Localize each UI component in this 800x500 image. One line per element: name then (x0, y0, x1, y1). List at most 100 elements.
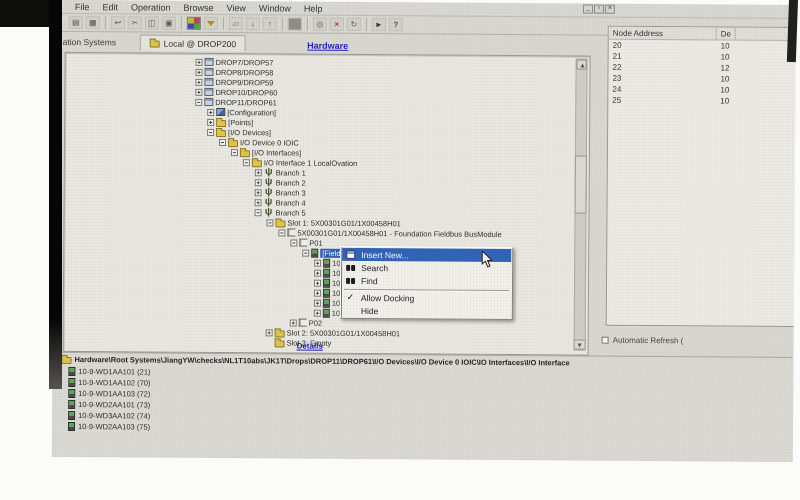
folder-icon (240, 150, 250, 157)
menu-browse[interactable]: Browse (183, 2, 213, 12)
expand-toggle[interactable] (231, 149, 238, 156)
cell-device: 10 (717, 40, 734, 51)
help-icon[interactable] (389, 18, 403, 31)
insert-new-icon-wrap (345, 250, 356, 259)
search-icon[interactable] (313, 18, 327, 31)
expand-toggle[interactable] (207, 118, 214, 125)
camera-icon[interactable] (288, 17, 302, 30)
expand-toggle[interactable] (195, 88, 202, 95)
expand-toggle[interactable] (243, 159, 250, 166)
export-icon[interactable] (263, 17, 277, 30)
tree-node-label: 5X00301G01/1X00458H01 - Foundation Field… (297, 228, 501, 238)
paste-icon[interactable] (162, 17, 176, 30)
device-icon (323, 308, 330, 317)
expand-toggle[interactable] (255, 179, 262, 186)
open-icon[interactable] (229, 17, 243, 30)
binoculars-icon-wrap (345, 264, 356, 270)
expand-toggle[interactable] (302, 249, 309, 256)
cell-node-address: 24 (608, 84, 716, 96)
menu-edit[interactable]: Edit (102, 2, 118, 12)
expand-toggle[interactable] (314, 289, 321, 296)
expand-toggle[interactable] (314, 259, 321, 266)
expand-toggle[interactable] (266, 329, 273, 336)
folder-icon (61, 357, 71, 364)
minimize-icon[interactable] (583, 5, 593, 14)
menu-help[interactable]: Help (304, 3, 323, 13)
copy-icon[interactable] (145, 16, 159, 29)
details-link[interactable]: Details (297, 341, 334, 352)
tree-node-label: P01 (309, 238, 322, 247)
expand-toggle[interactable] (195, 68, 202, 75)
device-icon (311, 248, 318, 257)
expand-toggle[interactable] (207, 108, 214, 115)
menu-window[interactable]: Window (259, 3, 291, 13)
expand-toggle[interactable] (314, 279, 321, 286)
folder-icon (228, 140, 238, 147)
expand-toggle[interactable] (254, 209, 261, 216)
device-item-label: 10-9-WD1AA103 (72) (78, 389, 150, 399)
expand-toggle[interactable] (255, 169, 262, 176)
folder-icon (216, 119, 226, 126)
run-icon[interactable] (372, 18, 386, 31)
cell-node-address: 23 (608, 73, 716, 85)
automatic-refresh-checkbox[interactable] (602, 337, 609, 344)
tree-node-label: Branch 4 (276, 198, 306, 207)
cut-icon[interactable] (128, 16, 142, 29)
scroll-up-icon[interactable] (577, 60, 587, 70)
menu-view[interactable]: View (226, 3, 245, 13)
column-device[interactable]: De (717, 27, 736, 39)
expand-toggle[interactable] (314, 299, 321, 306)
menu-file[interactable]: File (75, 1, 90, 11)
folder-icon (216, 129, 226, 136)
import-icon[interactable] (246, 17, 260, 30)
expand-toggle[interactable] (266, 219, 273, 226)
binoculars-icon-wrap (345, 277, 356, 283)
cell-node-address: 20 (609, 40, 717, 52)
expand-toggle[interactable] (290, 239, 297, 246)
cell-node-address: 25 (608, 95, 716, 107)
refresh-icon[interactable] (347, 18, 361, 31)
restore-icon[interactable] (594, 5, 604, 14)
expand-toggle[interactable] (195, 78, 202, 85)
vertical-scrollbar[interactable] (574, 58, 588, 350)
menu-operation[interactable]: Operation (131, 2, 171, 12)
drop-icon (204, 98, 213, 106)
column-node-address[interactable]: Node Address (609, 27, 717, 40)
drop-icon (205, 58, 214, 66)
device-icon (68, 389, 75, 398)
drop-icon (204, 78, 213, 86)
scroll-down-icon[interactable] (574, 339, 586, 349)
toolbar-separator (282, 17, 283, 30)
scrollbar-thumb[interactable] (575, 155, 587, 213)
automatic-refresh-label: Automatic Refresh ( (613, 336, 684, 345)
expand-toggle[interactable] (314, 269, 321, 276)
expand-toggle[interactable] (278, 229, 285, 236)
menu-item-find[interactable]: Find (342, 274, 511, 288)
toolbar-separator (223, 17, 224, 30)
close-icon[interactable] (605, 5, 615, 14)
printer-icon[interactable] (69, 16, 83, 29)
window-buttons (583, 5, 615, 14)
menu-item-hide[interactable]: Hide (342, 304, 511, 318)
expand-toggle[interactable] (255, 199, 262, 206)
filter-icon[interactable] (204, 17, 218, 30)
colors-icon[interactable] (187, 17, 201, 30)
menu-item-allow-docking[interactable]: Allow Docking (342, 291, 511, 305)
expand-toggle[interactable] (195, 98, 202, 105)
toolbar-separator (366, 18, 367, 31)
toolbar-separator (307, 18, 308, 31)
device-item-label: 10-9-WD3AA102 (74) (78, 411, 150, 421)
save-icon[interactable] (86, 16, 100, 29)
expand-toggle[interactable] (207, 128, 214, 135)
undo-icon[interactable] (111, 16, 125, 29)
cell-device: 10 (716, 84, 733, 95)
hardware-panel-title: Hardware (65, 39, 591, 53)
expand-toggle[interactable] (219, 139, 226, 146)
table-row[interactable]: 2510 (608, 95, 796, 107)
cell-device: 12 (717, 62, 734, 73)
delete-icon[interactable] (330, 18, 344, 31)
expand-toggle[interactable] (255, 189, 262, 196)
expand-toggle[interactable] (196, 58, 203, 65)
expand-toggle[interactable] (314, 309, 321, 316)
expand-toggle[interactable] (290, 319, 297, 326)
